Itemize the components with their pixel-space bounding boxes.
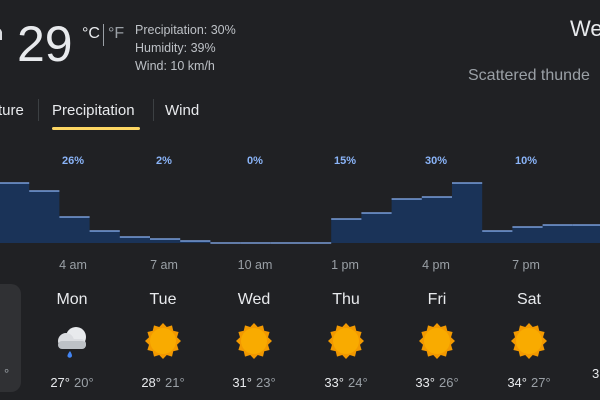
high-temp: 31° bbox=[232, 375, 252, 390]
sun-icon bbox=[419, 323, 455, 359]
low-temp: 20° bbox=[74, 375, 94, 390]
precipitation-area bbox=[0, 183, 600, 243]
humidity-text: Humidity: 39% bbox=[135, 41, 216, 55]
selected-tab-indicator bbox=[52, 127, 140, 130]
cloud-rain-icon bbox=[58, 327, 86, 358]
current-temperature: 29 bbox=[17, 16, 73, 72]
sun-icon bbox=[328, 323, 364, 359]
high-temp: 28° bbox=[141, 375, 161, 390]
time-tick-label: 7 pm bbox=[512, 258, 540, 272]
forecast-day-sat[interactable]: Sat 34° 27° bbox=[494, 284, 564, 390]
unit-fahrenheit-toggle[interactable]: °F bbox=[108, 25, 124, 43]
tab-divider bbox=[38, 99, 39, 121]
high-temp: 33° bbox=[324, 375, 344, 390]
forecast-day-tue[interactable]: Tue 28° 21° bbox=[128, 284, 198, 390]
day-name: Wed bbox=[237, 291, 271, 308]
high-temp: 34° bbox=[507, 375, 527, 390]
next-day-high-partial: 3 bbox=[592, 366, 600, 381]
high-temp: 27° bbox=[50, 375, 70, 390]
condition-text: Scattered thunde bbox=[468, 67, 590, 84]
low-temp: 23° bbox=[256, 375, 276, 390]
low-temp: 21° bbox=[165, 375, 185, 390]
high-temp: 33° bbox=[415, 375, 435, 390]
time-tick-label: 10 am bbox=[238, 258, 273, 272]
precip-value-label: 10% bbox=[515, 155, 537, 167]
forecast-day-mon[interactable]: Mon 27° 20° bbox=[37, 284, 107, 390]
day-name: Sat bbox=[516, 291, 541, 308]
day-name: Thu bbox=[332, 291, 360, 308]
precip-value-label: 2% bbox=[156, 155, 172, 167]
time-tick-label: 1 pm bbox=[331, 258, 359, 272]
selected-day-low: ° bbox=[4, 366, 10, 381]
tab-wind[interactable]: Wind bbox=[165, 102, 199, 119]
forecast-day-wed[interactable]: Wed 31° 23° bbox=[219, 284, 289, 390]
time-tick-label: 7 am bbox=[150, 258, 178, 272]
precip-value-label: 30% bbox=[425, 155, 447, 167]
day-name: Fri bbox=[427, 291, 447, 308]
tab-temperature[interactable]: ture bbox=[0, 102, 24, 119]
low-temp: 27° bbox=[531, 375, 551, 390]
low-temp: 26° bbox=[439, 375, 459, 390]
low-temp: 24° bbox=[348, 375, 368, 390]
sun-icon bbox=[145, 323, 181, 359]
day-name: Tue bbox=[149, 291, 177, 308]
precipitation-text: Precipitation: 30% bbox=[135, 23, 236, 37]
unit-separator bbox=[103, 24, 104, 46]
sun-icon bbox=[511, 323, 547, 359]
forecast-day-fri[interactable]: Fri 33° 26° bbox=[402, 284, 472, 390]
forecast-day-thu[interactable]: Thu 33° 24° bbox=[311, 284, 381, 390]
precipitation-chart: 26% 2% 0% 15% 30% 10% 4 am 7 am 10 am 1 pm 4 pm 7 … bbox=[0, 155, 600, 272]
precip-value-label: 15% bbox=[334, 155, 356, 167]
tab-divider bbox=[153, 99, 154, 121]
cloud-icon bbox=[0, 28, 2, 40]
sun-icon bbox=[236, 323, 272, 359]
time-tick-label: 4 am bbox=[59, 258, 87, 272]
time-tick-label: 4 pm bbox=[422, 258, 450, 272]
precip-value-label: 0% bbox=[247, 155, 263, 167]
tab-precipitation[interactable]: Precipitation bbox=[52, 102, 135, 119]
unit-celsius-toggle[interactable]: °C bbox=[82, 25, 100, 43]
day-name: Mon bbox=[56, 291, 88, 308]
day-title: We bbox=[570, 16, 600, 41]
wind-text: Wind: 10 km/h bbox=[135, 59, 215, 73]
precip-value-label: 26% bbox=[62, 155, 84, 167]
